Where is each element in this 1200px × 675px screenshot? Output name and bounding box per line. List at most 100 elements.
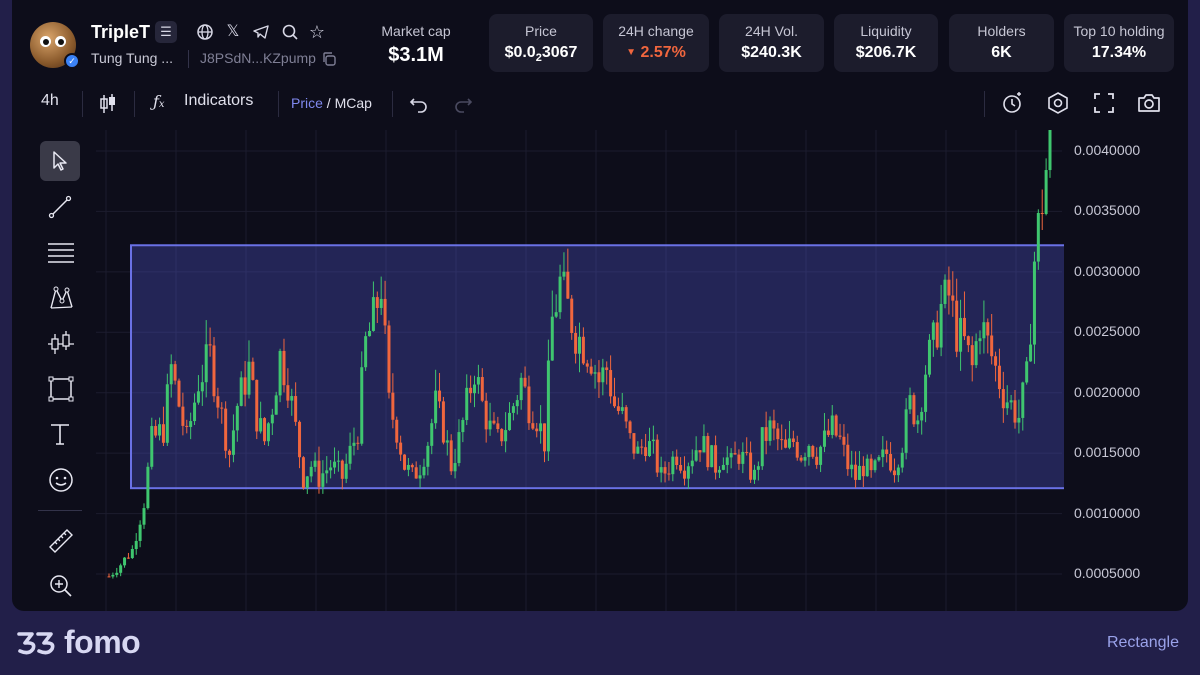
cursor-tool[interactable] — [40, 141, 80, 181]
candle-down — [1013, 400, 1017, 423]
ruler-tool[interactable] — [40, 520, 80, 560]
price-axis-label: 0.0030000 — [1074, 262, 1141, 279]
candle-up — [329, 467, 333, 471]
candle-down — [212, 345, 216, 397]
candle-down — [317, 460, 321, 487]
candle-down — [609, 370, 613, 397]
menu-icon[interactable]: ☰ — [155, 21, 177, 43]
text-icon — [51, 424, 69, 445]
candle-up — [550, 316, 554, 361]
candle-up — [266, 423, 270, 442]
volume-value: $240.3K — [741, 44, 802, 61]
candle-up — [593, 372, 597, 374]
candle-up — [508, 412, 512, 431]
candle-down — [581, 336, 585, 364]
candle-down — [208, 344, 212, 346]
candle-up — [939, 303, 943, 348]
candle-up — [721, 464, 725, 470]
globe-icon[interactable] — [194, 21, 216, 43]
candle-up — [710, 445, 714, 468]
candle-down — [527, 386, 531, 424]
candle-up — [978, 338, 982, 342]
candle-down — [161, 424, 165, 443]
candle-down — [255, 379, 259, 432]
indicators-button[interactable]: Indicators — [184, 92, 253, 110]
candle-up — [1032, 261, 1036, 345]
candle-down — [842, 436, 846, 445]
search-icon[interactable] — [279, 21, 301, 43]
x-icon[interactable]: 𝕏 — [222, 21, 244, 43]
redo-icon[interactable] — [453, 95, 473, 113]
emoji-tool[interactable] — [40, 459, 80, 499]
telegram-icon[interactable] — [250, 21, 272, 43]
candle-up — [239, 377, 243, 406]
candle-up — [193, 402, 197, 422]
alert-icon[interactable] — [1001, 91, 1025, 115]
market-cap-value: $3.1M — [388, 44, 444, 66]
horizontal-lines-icon — [48, 243, 74, 263]
candle-up — [959, 317, 963, 352]
settings-icon[interactable] — [1046, 91, 1070, 115]
price-mcap-toggle[interactable]: Price / MCap — [291, 95, 372, 111]
candle-up — [313, 460, 317, 467]
candle-down — [745, 451, 749, 453]
candle-up — [924, 374, 928, 412]
candle-down — [655, 439, 659, 473]
candle-up — [741, 451, 745, 464]
price-chart[interactable] — [96, 130, 1064, 611]
camera-icon[interactable] — [1136, 91, 1162, 115]
candle-up — [578, 336, 581, 354]
candle-up — [325, 470, 329, 474]
token-address[interactable]: J8PSdN...KZpump — [200, 50, 316, 66]
liquidity-stat: Liquidity $206.7K — [834, 14, 938, 72]
candle-up — [896, 467, 900, 476]
fullscreen-icon[interactable] — [1092, 91, 1116, 115]
liquidity-value: $206.7K — [855, 44, 917, 61]
top10-stat: Top 10 holding 17.34% — [1064, 14, 1174, 72]
text-tool[interactable] — [40, 413, 80, 453]
star-icon[interactable]: ☆ — [306, 21, 328, 43]
trendline-tool[interactable] — [40, 187, 80, 227]
volume-stat: 24H Vol. $240.3K — [719, 14, 824, 72]
candle-up — [406, 464, 410, 470]
candle-down — [962, 317, 966, 337]
fomo-logo-icon — [17, 632, 55, 655]
zoom-tool[interactable] — [40, 565, 80, 605]
candle-up — [150, 426, 154, 467]
candle-up — [920, 411, 924, 421]
candle-up — [422, 466, 426, 476]
pattern-tool[interactable] — [40, 277, 80, 317]
candle-up — [830, 415, 834, 435]
candle-up — [321, 473, 325, 487]
function-icon[interactable]: ƒx — [153, 92, 165, 111]
emoji-icon — [49, 468, 73, 492]
candle-up — [1036, 212, 1040, 262]
candle-down — [531, 423, 535, 429]
horizontal-lines-tool[interactable] — [40, 232, 80, 272]
copy-icon[interactable] — [321, 51, 337, 67]
holders-value: 6K — [991, 44, 1012, 61]
candle-down — [733, 453, 737, 455]
candle-down — [675, 456, 679, 465]
candle-down — [243, 377, 247, 395]
candle-down — [749, 452, 753, 480]
volume-label: 24H Vol. — [745, 23, 798, 39]
price-stat: Price $0.023067 — [489, 14, 593, 72]
candles-icon[interactable] — [98, 93, 118, 115]
candles-tool[interactable] — [40, 322, 80, 362]
candle-up — [857, 465, 861, 480]
candle-down — [410, 464, 414, 468]
rectangle-tool[interactable] — [40, 368, 80, 408]
rectangle-drawing[interactable] — [130, 244, 1064, 490]
candle-up — [916, 420, 920, 425]
candle-down — [414, 467, 418, 479]
candle-up — [803, 457, 807, 461]
change-value: ▼ 2.57% — [626, 44, 686, 61]
rectangle-icon — [48, 376, 74, 402]
candle-up — [445, 440, 449, 443]
candle-up — [546, 360, 550, 452]
undo-icon[interactable] — [409, 95, 429, 113]
candle-up — [504, 430, 508, 442]
interval-selector[interactable]: 4h — [41, 92, 59, 110]
candle-down — [228, 450, 232, 455]
